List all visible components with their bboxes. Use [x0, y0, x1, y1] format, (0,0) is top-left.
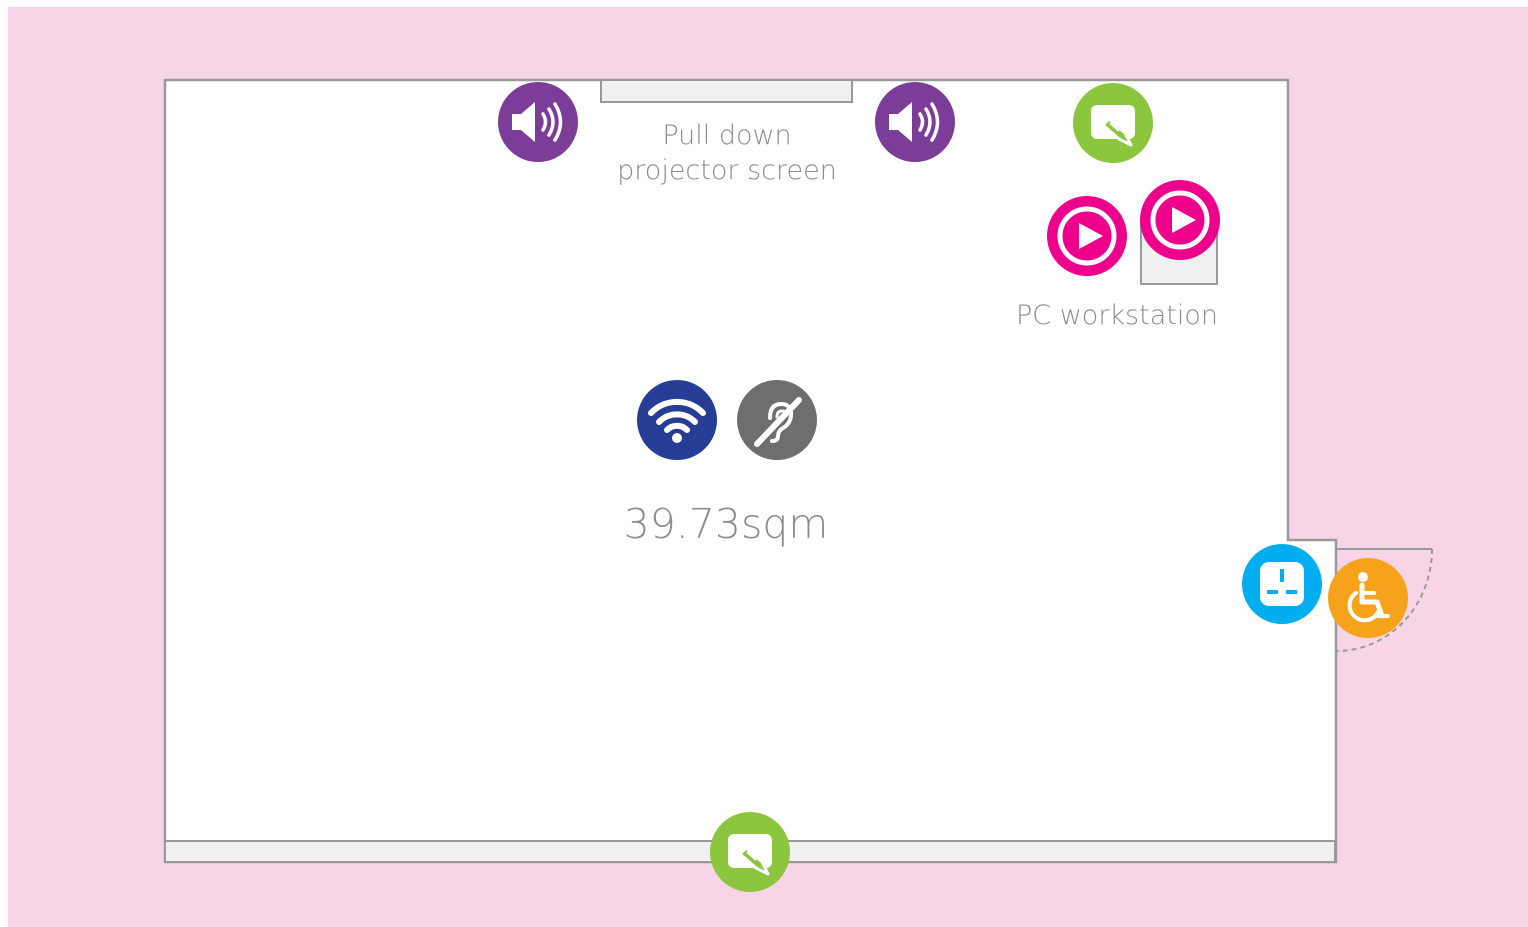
hearing-loop-icon[interactable] [737, 380, 817, 460]
media-play-icon[interactable] [1047, 196, 1127, 276]
speaker-icon[interactable] [875, 82, 955, 162]
projector-screen-label: Pull down projector screen [596, 118, 858, 188]
whiteboard-icon[interactable] [710, 812, 790, 892]
power-socket-icon[interactable] [1242, 544, 1322, 624]
wheelchair-accessible-icon[interactable] [1328, 558, 1408, 638]
media-play-icon[interactable] [1140, 180, 1220, 260]
whiteboard-icon[interactable] [1073, 83, 1153, 163]
projector-screen [600, 79, 853, 103]
speaker-icon[interactable] [498, 82, 578, 162]
wifi-icon[interactable] [637, 380, 717, 460]
projector-screen-label-text: Pull down projector screen [617, 120, 837, 186]
pc-workstation-label: PC workstation [1016, 300, 1218, 331]
room-area-label: 39.73sqm [623, 500, 829, 548]
